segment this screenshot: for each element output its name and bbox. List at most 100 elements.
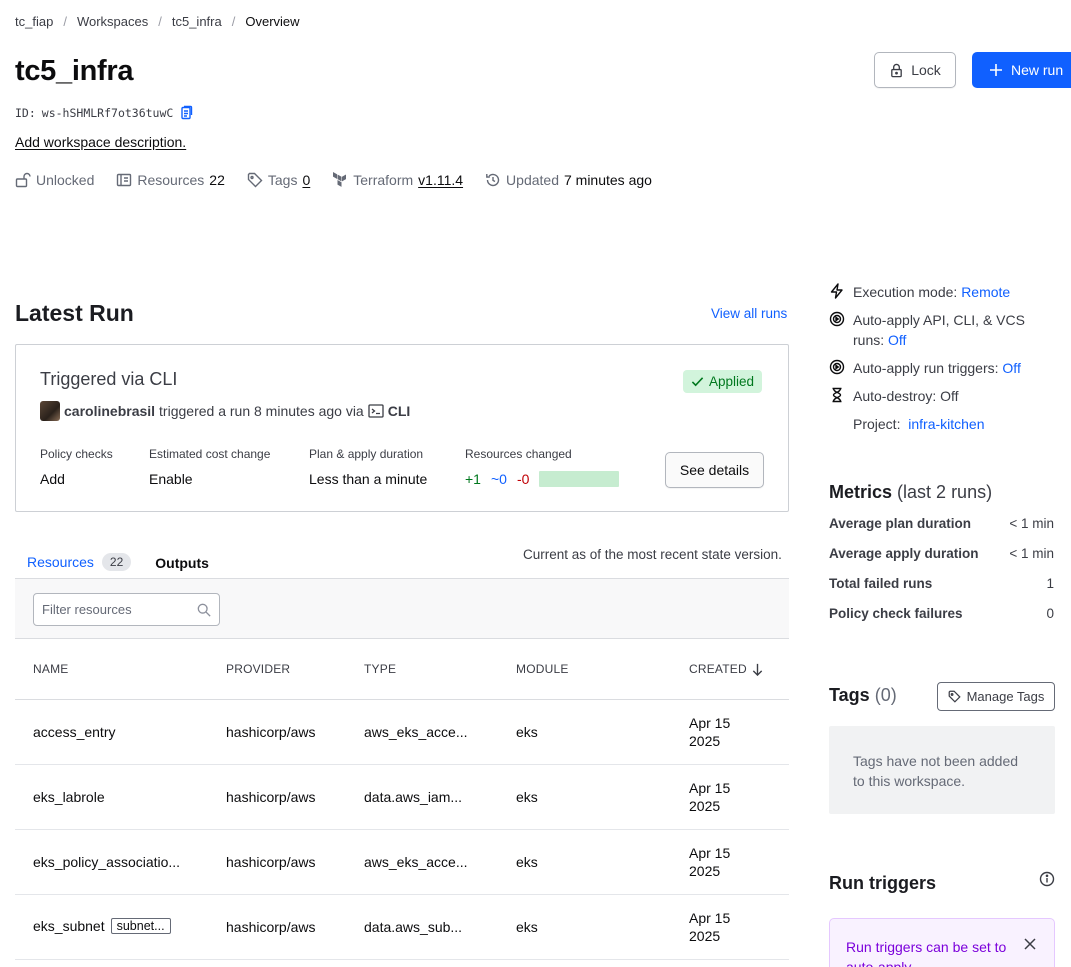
auto-apply-icon <box>829 311 845 327</box>
breadcrumb-separator: / <box>63 14 67 29</box>
auto-destroy-value: Off <box>940 388 959 404</box>
latest-run-card: Triggered via CLI Applied carolinebrasil… <box>15 344 789 512</box>
execution-mode-label: Execution mode: <box>853 284 958 300</box>
see-details-button[interactable]: See details <box>665 452 764 488</box>
resources-changed-value: +1 ~0 -0 <box>465 471 620 487</box>
tags-count: Tags 0 <box>247 172 310 188</box>
auto-apply-triggers-setting: Auto-apply run triggers: Off <box>829 358 1021 378</box>
created-year: 2025 <box>689 733 721 749</box>
auto-destroy-setting: Auto-destroy: Off <box>829 386 959 406</box>
change-bar <box>539 471 620 487</box>
terraform-version-value[interactable]: v1.11.4 <box>418 172 463 188</box>
breadcrumb-org[interactable]: tc_fiap <box>15 14 53 29</box>
workspace-id: ID: ws-hSHMLRf7ot36tuwC <box>15 105 195 121</box>
execution-mode-link[interactable]: Remote <box>961 284 1010 300</box>
manage-tags-button[interactable]: Manage Tags <box>937 682 1055 711</box>
header-divider <box>15 699 789 700</box>
plus-icon <box>990 64 1002 76</box>
auto-destroy-label: Auto-destroy: <box>853 388 937 404</box>
breadcrumb-workspace[interactable]: tc5_infra <box>172 14 222 29</box>
page-title: tc5_infra <box>15 55 134 87</box>
row-divider <box>15 894 789 895</box>
tab-outputs-label: Outputs <box>155 555 209 571</box>
filter-resources-input[interactable]: Filter resources <box>33 593 220 626</box>
failed-runs-label: Total failed runs <box>829 576 933 591</box>
tab-resources-count: 22 <box>101 553 132 571</box>
unlock-icon <box>15 172 31 188</box>
policy-checks-label: Policy checks <box>40 447 113 461</box>
cost-change-value[interactable]: Enable <box>149 471 193 487</box>
column-header-provider: PROVIDER <box>226 662 291 676</box>
column-header-created-label: CREATED <box>689 662 747 676</box>
row-divider <box>15 959 789 960</box>
resource-name[interactable]: access_entry <box>33 724 115 740</box>
added-count: +1 <box>465 471 481 487</box>
resource-name[interactable]: eks_policy_associatio... <box>33 854 180 870</box>
search-icon <box>197 603 211 617</box>
view-all-runs-link[interactable]: View all runs <box>711 306 787 321</box>
lock-button[interactable]: Lock <box>874 52 956 88</box>
tags-count-value[interactable]: 0 <box>302 172 310 188</box>
breadcrumb-current: Overview <box>245 14 300 29</box>
resource-created: Apr 15 2025 <box>689 844 730 880</box>
run-author: carolinebrasil <box>64 403 156 419</box>
created-date: Apr 15 <box>689 845 731 861</box>
lock-status: Unlocked <box>15 172 94 188</box>
column-header-module: MODULE <box>516 662 569 676</box>
tags-title-count: (0) <box>874 685 897 705</box>
created-date: Apr 15 <box>689 715 731 731</box>
duration-value: Less than a minute <box>309 471 428 487</box>
run-action-text: triggered a run 8 minutes ago via <box>159 403 364 419</box>
tab-resources-label: Resources <box>27 554 94 570</box>
resource-provider: hashicorp/aws <box>226 724 316 740</box>
project-label: Project: <box>853 416 901 432</box>
workspace-id-label: ID: <box>15 106 36 120</box>
resource-type: data.aws_sub... <box>364 919 463 935</box>
row-divider <box>15 764 789 765</box>
duration-label: Plan & apply duration <box>309 447 424 461</box>
manage-tags-label: Manage Tags <box>966 689 1045 704</box>
updated-time: Updated 7 minutes ago <box>485 172 652 188</box>
run-triggers-note: Run triggers can be set to auto-apply <box>829 918 1055 967</box>
project-link[interactable]: infra-kitchen <box>908 416 984 432</box>
copy-icon[interactable] <box>179 105 195 121</box>
new-run-button[interactable]: New run <box>972 52 1071 88</box>
breadcrumb-workspaces[interactable]: Workspaces <box>77 14 148 29</box>
tags-empty-state: Tags have not been added to this workspa… <box>829 726 1055 814</box>
run-triggers-note-text: Run triggers can be set to auto-apply <box>846 939 1007 967</box>
metrics-heading: Metrics (last 2 runs) <box>829 482 992 503</box>
resource-module: eks <box>516 854 538 870</box>
resource-type: aws_eks_acce... <box>364 724 468 740</box>
breadcrumb-separator: / <box>158 14 162 29</box>
destroyed-count: -0 <box>516 471 530 487</box>
run-trigger-title[interactable]: Triggered via CLI <box>40 369 177 390</box>
resource-created: Apr 15 2025 <box>689 714 730 750</box>
resource-name[interactable]: eks_subnet <box>33 918 105 934</box>
tag-icon <box>948 690 961 703</box>
filter-placeholder: Filter resources <box>42 602 132 617</box>
avatar <box>40 401 60 421</box>
auto-apply-link[interactable]: Off <box>888 332 906 348</box>
terraform-icon <box>333 172 347 187</box>
status-badge: Applied <box>683 370 763 393</box>
policy-checks-value[interactable]: Add <box>40 471 65 487</box>
terraform-label: Terraform <box>353 172 414 188</box>
changed-count: ~0 <box>490 471 507 487</box>
resource-name[interactable]: eks_labrole <box>33 789 105 805</box>
tab-outputs[interactable]: Outputs <box>143 551 221 579</box>
auto-apply-triggers-link[interactable]: Off <box>1002 360 1020 376</box>
latest-run-heading: Latest Run <box>15 300 134 326</box>
close-icon[interactable] <box>1023 937 1037 951</box>
tags-heading: Tags (0) <box>829 685 897 706</box>
tags-title: Tags <box>829 685 870 705</box>
workspace-meta: Unlocked Resources 22 Tags 0 Terraform v… <box>15 172 652 188</box>
add-description-link[interactable]: Add workspace description. <box>15 134 186 150</box>
created-year: 2025 <box>689 928 721 944</box>
column-header-created[interactable]: CREATED <box>689 662 764 676</box>
tab-resources[interactable]: Resources 22 <box>15 549 144 581</box>
resources-count: Resources 22 <box>116 172 225 188</box>
avg-apply-value: < 1 min <box>1009 546 1054 561</box>
resource-provider: hashicorp/aws <box>226 919 316 935</box>
resource-name-cell: eks_subnet subnet... <box>33 918 171 934</box>
info-icon[interactable] <box>1039 871 1055 887</box>
